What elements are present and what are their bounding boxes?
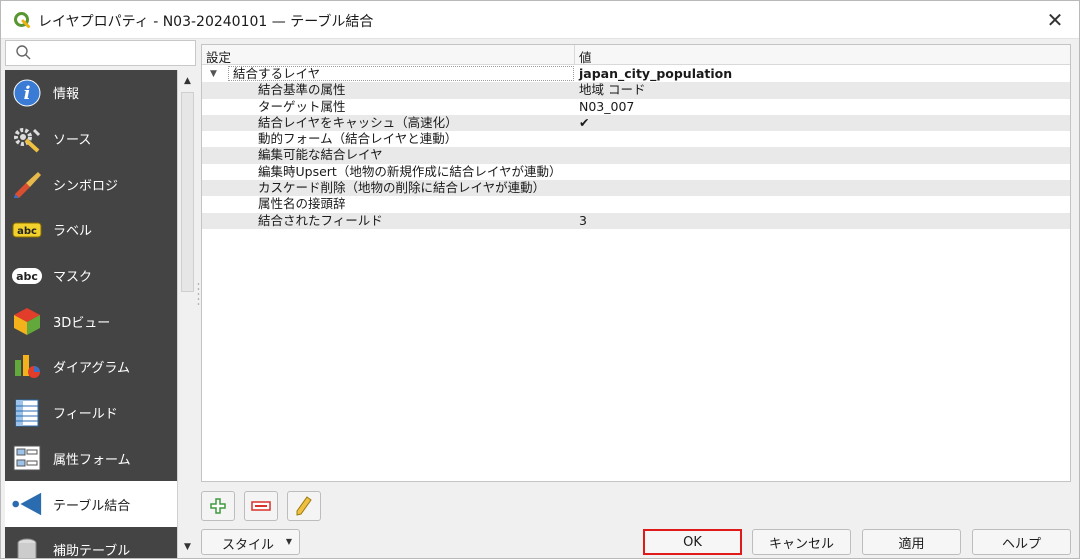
column-header-setting[interactable]: 設定 (206, 47, 231, 66)
setting-value: 地域 コード (579, 82, 646, 98)
setting-value: N03_007 (579, 98, 635, 114)
join-layer-label: 結合するレイヤ (228, 66, 574, 81)
3d-view-icon (11, 305, 43, 337)
info-icon: i (11, 77, 43, 109)
sidebar-item-symbology[interactable]: シンボロジ (5, 161, 177, 207)
scroll-up-arrow-icon[interactable]: ▲ (178, 72, 197, 90)
minus-icon (251, 501, 271, 511)
setting-value: 3 (579, 212, 587, 228)
table-header: 設定 値 (202, 45, 1070, 65)
attribute-form-icon (11, 442, 43, 474)
table-row[interactable]: カスケード削除（地物の削除に結合レイヤが連動） (202, 180, 1070, 197)
setting-label: 編集時Upsert（地物の新規作成に結合レイヤが連動） (258, 163, 562, 179)
close-button[interactable]: ✕ (1041, 6, 1069, 34)
column-divider (574, 45, 575, 65)
sidebar-item-label: ラベル (53, 224, 93, 240)
joins-icon (11, 488, 43, 520)
ok-button[interactable]: OK (643, 529, 742, 555)
auxiliary-storage-icon (11, 534, 43, 558)
join-layer-value: japan_city_population (579, 66, 733, 81)
sidebar-item-label: 3Dビュー (53, 315, 111, 331)
sidebar-item-diagram[interactable]: ダイアグラム (5, 344, 177, 390)
sidebar-item-auxiliary-storage[interactable]: 補助テーブル (5, 527, 177, 558)
title-bar: レイヤプロパティ - N03-20240101 — テーブル結合 ✕ (1, 1, 1079, 39)
sidebar-list: i 情報 ソース シンボロジ abc ラベル abc マスク 3Dビュー ダイア… (5, 70, 177, 558)
join-layer-row[interactable]: ▼ 結合するレイヤ japan_city_population (202, 66, 1070, 82)
sidebar-item-source[interactable]: ソース (5, 116, 177, 162)
table-row[interactable]: 属性名の接頭辞 (202, 196, 1070, 212)
add-join-button[interactable] (201, 491, 235, 521)
plus-icon (210, 498, 226, 514)
setting-label: 属性名の接頭辞 (258, 196, 346, 212)
sidebar-item-label: ソース (53, 133, 92, 149)
cancel-button[interactable]: キャンセル (752, 529, 851, 555)
table-row[interactable]: 編集可能な結合レイヤ (202, 147, 1070, 164)
style-dropdown-button[interactable]: スタイル ▼ (201, 529, 300, 555)
symbology-icon (11, 168, 43, 200)
sidebar-item-fields[interactable]: フィールド (5, 390, 177, 436)
sidebar-item-label: シンボロジ (53, 178, 119, 194)
setting-label: 結合されたフィールド (258, 212, 383, 228)
table-rows: ▼ 結合するレイヤ japan_city_population 結合基準の属性 … (202, 66, 1070, 229)
svg-text:abc: abc (17, 226, 37, 237)
table-row[interactable]: 結合基準の属性 地域 コード (202, 82, 1070, 99)
sidebar-item-label: 情報 (53, 87, 80, 103)
apply-button[interactable]: 適用 (862, 529, 961, 555)
sidebar: i 情報 ソース シンボロジ abc ラベル abc マスク 3Dビュー ダイア… (5, 70, 197, 558)
edit-join-button[interactable] (287, 491, 321, 521)
joins-tree-table[interactable]: 設定 値 ▼ 結合するレイヤ japan_city_population 結合基… (201, 44, 1071, 482)
qgis-logo-icon (14, 12, 30, 28)
sidebar-item-labels[interactable]: abc ラベル (5, 207, 177, 253)
checkmark-icon: ✔ (579, 114, 590, 130)
setting-label: 動的フォーム（結合レイヤと連動） (258, 131, 458, 147)
help-button[interactable]: ヘルプ (972, 529, 1071, 555)
setting-label: カスケード削除（地物の削除に結合レイヤが連動） (258, 180, 546, 196)
sidebar-item-label: テーブル結合 (53, 498, 131, 514)
setting-label: 編集可能な結合レイヤ (258, 147, 383, 163)
svg-text:abc: abc (16, 270, 38, 283)
close-icon: ✕ (1046, 8, 1064, 32)
mask-icon: abc (11, 260, 43, 292)
table-row[interactable]: ターゲット属性 N03_007 (202, 99, 1070, 115)
svg-text:i: i (24, 83, 31, 104)
sidebar-item-3d-view[interactable]: 3Dビュー (5, 298, 177, 344)
sidebar-item-label: フィールド (53, 407, 118, 423)
sidebar-search-input[interactable] (5, 40, 196, 66)
table-row[interactable]: 結合レイヤをキャッシュ（高速化） ✔ (202, 114, 1070, 132)
splitter-handle-icon[interactable] (197, 281, 200, 311)
window-title: レイヤプロパティ - N03-20240101 — テーブル結合 (38, 14, 374, 30)
sidebar-item-label: 補助テーブル (53, 544, 131, 558)
table-row[interactable]: 結合されたフィールド 3 (202, 212, 1070, 229)
sidebar-item-attribute-form[interactable]: 属性フォーム (5, 436, 177, 482)
setting-label: ターゲット属性 (258, 98, 346, 114)
search-icon (16, 45, 31, 60)
sidebar-item-mask[interactable]: abc マスク (5, 253, 177, 299)
dropdown-arrow-icon: ▼ (285, 537, 292, 546)
column-header-value[interactable]: 値 (579, 47, 592, 66)
collapse-arrow-icon[interactable]: ▼ (210, 66, 217, 82)
setting-label: 結合レイヤをキャッシュ（高速化） (258, 114, 458, 130)
sidebar-item-label: ダイアグラム (53, 361, 130, 377)
scroll-down-arrow-icon[interactable]: ▼ (178, 538, 197, 556)
sidebar-scrollbar[interactable]: ▲ ▼ (177, 70, 197, 558)
fields-icon (11, 397, 43, 429)
sidebar-item-joins[interactable]: テーブル結合 (5, 481, 177, 527)
sidebar-item-label: マスク (53, 270, 93, 286)
table-row[interactable]: 動的フォーム（結合レイヤと連動） (202, 131, 1070, 147)
remove-join-button[interactable] (244, 491, 278, 521)
sidebar-item-label: 属性フォーム (53, 452, 131, 468)
labels-icon: abc (11, 214, 43, 246)
scroll-thumb[interactable] (181, 92, 194, 292)
setting-label: 結合基準の属性 (258, 82, 346, 98)
table-row[interactable]: 編集時Upsert（地物の新規作成に結合レイヤが連動） (202, 164, 1070, 180)
style-label: スタイル (222, 538, 275, 553)
sidebar-item-info[interactable]: i 情報 (5, 70, 177, 116)
source-icon (11, 123, 43, 155)
pencil-icon (296, 496, 312, 516)
diagram-icon (11, 351, 43, 383)
layer-properties-dialog: レイヤプロパティ - N03-20240101 — テーブル結合 ✕ i 情報 (0, 0, 1080, 559)
